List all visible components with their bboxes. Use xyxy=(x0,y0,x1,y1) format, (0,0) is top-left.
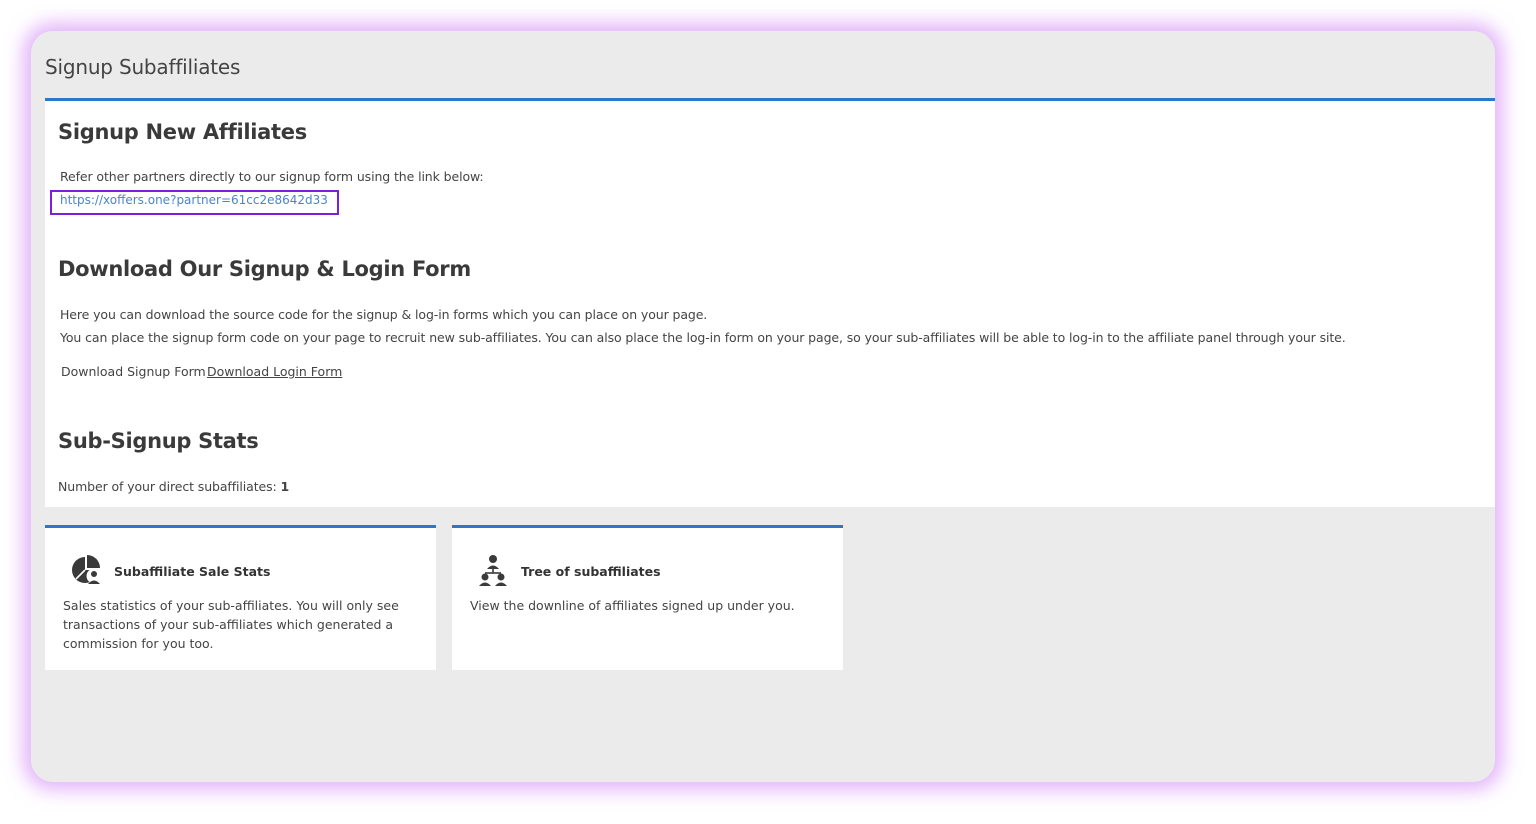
app-window: Signup Subaffiliates Signup New Affiliat… xyxy=(31,31,1495,782)
subaffiliate-count-line: Number of your direct subaffiliates: 1 xyxy=(58,479,289,494)
card-title: Tree of subaffiliates xyxy=(521,564,661,579)
download-login-form-link[interactable]: Download Login Form xyxy=(207,364,342,379)
card-description: View the downline of affiliates signed u… xyxy=(470,598,795,613)
download-signup-form-link[interactable]: Download Signup Form xyxy=(61,364,206,379)
stats-heading: Sub-Signup Stats xyxy=(58,429,259,453)
card-title: Subaffiliate Sale Stats xyxy=(114,564,271,579)
card-subaffiliate-sale-stats[interactable]: Subaffiliate Sale Stats Sales statistics… xyxy=(45,525,436,670)
card-tree-of-subaffiliates[interactable]: Tree of subaffiliates View the downline … xyxy=(452,525,843,670)
user-tree-icon xyxy=(479,555,507,586)
download-text-line1: Here you can download the source code fo… xyxy=(60,307,708,322)
subaffiliate-count-value: 1 xyxy=(280,479,290,494)
subaffiliate-count-label: Number of your direct subaffiliates: xyxy=(58,479,277,494)
pie-chart-user-icon xyxy=(72,555,102,584)
page-title: Signup Subaffiliates xyxy=(45,55,241,79)
referral-link[interactable]: https://xoffers.one?partner=61cc2e8642d3… xyxy=(60,193,328,207)
main-panel: Signup New Affiliates Refer other partne… xyxy=(45,98,1495,507)
download-text-line2: You can place the signup form code on yo… xyxy=(60,330,1346,345)
download-heading: Download Our Signup & Login Form xyxy=(58,257,471,281)
signup-heading: Signup New Affiliates xyxy=(58,120,307,144)
card-description: Sales statistics of your sub-affiliates.… xyxy=(63,598,399,651)
signup-intro-text: Refer other partners directly to our sig… xyxy=(60,169,484,184)
